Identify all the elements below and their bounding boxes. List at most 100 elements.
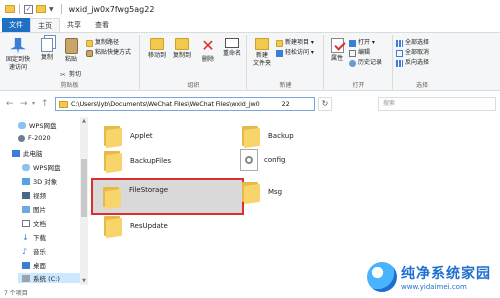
cloud-icon (18, 121, 26, 129)
pin-quick-access-button[interactable]: 固定到快 速访问 (3, 37, 33, 72)
forward-arrow-icon[interactable]: → (20, 98, 28, 110)
file-item[interactable]: config (240, 149, 285, 171)
title-bar: ✓ ▼ wxid_jw0x7fwg5ag22 (0, 0, 500, 18)
nav-pane-scrollbar[interactable]: ▲ ▼ (80, 117, 88, 285)
file-name: Applet (130, 132, 153, 140)
paste-icon (64, 38, 78, 54)
nav-label: 视频 (33, 192, 46, 200)
nav-item-user[interactable]: F-2020 (18, 134, 51, 142)
folder-icon (240, 180, 262, 205)
copy-button[interactable]: 复制 (34, 37, 60, 62)
folder-item[interactable]: ResUpdate (102, 214, 168, 239)
navigation-pane: WPS网盘 F-2020 此电脑 WPS网盘 3D 对象 视频 图片 文档 ↓ … (0, 117, 80, 285)
address-bar[interactable]: C:\Users\lyb\Documents\WeChat Files\WeCh… (55, 97, 315, 111)
scissors-icon: ✂ (60, 70, 66, 79)
file-name: ResUpdate (130, 222, 168, 230)
clipboard-group: 固定到快 速访问 复制 粘贴 复制路径 粘贴快捷方式 ✂ 剪切 剪贴板 (0, 35, 140, 90)
nav-item-music[interactable]: ♪ 音乐 (22, 246, 46, 256)
copy-path-button[interactable]: 复制路径 (86, 39, 119, 47)
explorer-folder-icon (5, 5, 15, 13)
tab-home[interactable]: 主页 (30, 18, 60, 32)
nav-item-desktop[interactable]: 桌面 (22, 260, 46, 270)
scrollbar-thumb[interactable] (81, 159, 87, 217)
copy-to-button[interactable]: 复制到 (169, 37, 195, 60)
rename-icon (225, 38, 239, 48)
history-button[interactable]: 历史记录 (349, 59, 382, 67)
folder-item[interactable]: Backup (240, 124, 294, 149)
edit-button[interactable]: 编辑 (349, 49, 370, 57)
easy-access-icon (276, 49, 283, 57)
drive-icon (22, 274, 30, 282)
open-label: 打开 ▾ (358, 39, 375, 46)
new-folder-button[interactable]: 新建 文件夹 (250, 37, 274, 68)
scroll-up-icon[interactable]: ▲ (80, 118, 88, 124)
cut-button[interactable]: ✂ 剪切 (60, 71, 81, 79)
easy-access-button[interactable]: 轻松访问 ▾ (276, 49, 314, 57)
select-all-label: 全部选择 (405, 39, 430, 46)
new-folder-label: 新建 文件夹 (252, 52, 271, 67)
file-name: Backup (268, 132, 294, 140)
recent-locations-chevron-icon[interactable]: ▾ (32, 98, 35, 110)
cut-label: 剪切 (69, 71, 82, 78)
scroll-down-icon[interactable]: ▼ (80, 278, 88, 284)
file-name: FileStorage (129, 185, 169, 194)
properties-button[interactable]: 属性 (327, 37, 347, 63)
invert-selection-button[interactable]: 反向选择 (396, 59, 429, 67)
new-group: 新建 文件夹 新建项目 ▾ 轻松访问 ▾ 新建 (248, 35, 324, 90)
paste-shortcut-label: 粘贴快捷方式 (95, 49, 132, 56)
folder-icon (102, 124, 124, 149)
nav-label: WPS网盘 (29, 122, 57, 130)
nav-item-system-drive[interactable]: 系统 (C:) (18, 273, 80, 283)
paste-shortcut-button[interactable]: 粘贴快捷方式 (86, 49, 131, 57)
new-item-button[interactable]: 新建项目 ▾ (276, 39, 314, 47)
nav-item-downloads[interactable]: ↓ 下载 (22, 232, 46, 242)
music-icon: ♪ (22, 246, 28, 256)
folder-icon (101, 185, 123, 209)
move-to-button[interactable]: 移动到 (144, 37, 170, 60)
delete-label: 删除 (201, 56, 214, 63)
select-none-icon (396, 49, 403, 57)
nav-item-videos[interactable]: 视频 (22, 190, 46, 200)
paste-button[interactable]: 粘贴 (58, 37, 84, 64)
new-group-label: 新建 (279, 82, 292, 89)
cloud-icon (22, 163, 30, 171)
folder-item[interactable]: Msg (240, 180, 282, 205)
back-arrow-icon[interactable]: ← (6, 98, 14, 110)
open-button[interactable]: 打开 ▾ (349, 39, 375, 47)
copy-path-label: 复制路径 (95, 39, 120, 46)
cube-icon (22, 177, 30, 185)
nav-label: 此电脑 (23, 150, 43, 158)
nav-label: 3D 对象 (33, 178, 58, 186)
properties-quick-icon[interactable]: ✓ (24, 4, 33, 14)
up-arrow-icon[interactable]: ↑ (41, 98, 49, 110)
select-all-button[interactable]: 全部选择 (396, 39, 429, 47)
open-group-label: 打开 (352, 82, 365, 89)
select-group-label: 选择 (415, 82, 428, 89)
title-separator (19, 4, 20, 14)
image-icon (22, 205, 30, 213)
search-input[interactable]: 搜索 (378, 97, 496, 111)
nav-item-wps-cloud-2[interactable]: WPS网盘 (22, 162, 60, 172)
quick-access-dropdown-icon[interactable]: ▼ (49, 6, 54, 13)
tab-view[interactable]: 查看 (88, 18, 116, 32)
pin-icon (10, 38, 26, 54)
nav-item-3d-objects[interactable]: 3D 对象 (22, 176, 57, 186)
tab-file[interactable]: 文件 (2, 18, 30, 32)
nav-label: F-2020 (28, 134, 51, 142)
folder-item-selected[interactable]: FileStorage (91, 178, 244, 215)
nav-item-this-pc[interactable]: 此电脑 (12, 148, 43, 158)
address-path: C:\Users\lyb\Documents\WeChat Files\WeCh… (71, 100, 260, 108)
tab-share[interactable]: 共享 (60, 18, 88, 32)
nav-item-pictures[interactable]: 图片 (22, 204, 46, 214)
folder-item[interactable]: BackupFiles (102, 149, 171, 174)
delete-button[interactable]: ✕ 删除 (195, 37, 221, 64)
new-folder-quick-icon[interactable] (36, 5, 46, 13)
folder-item[interactable]: Applet (102, 124, 153, 149)
select-none-button[interactable]: 全部取消 (396, 49, 429, 57)
nav-item-documents[interactable]: 文档 (22, 218, 46, 228)
move-to-icon (150, 38, 164, 50)
rename-button[interactable]: 重命名 (219, 37, 245, 58)
copy-path-icon (86, 39, 93, 47)
nav-item-wps-cloud[interactable]: WPS网盘 (18, 120, 56, 130)
refresh-icon[interactable]: ↻ (318, 97, 332, 111)
